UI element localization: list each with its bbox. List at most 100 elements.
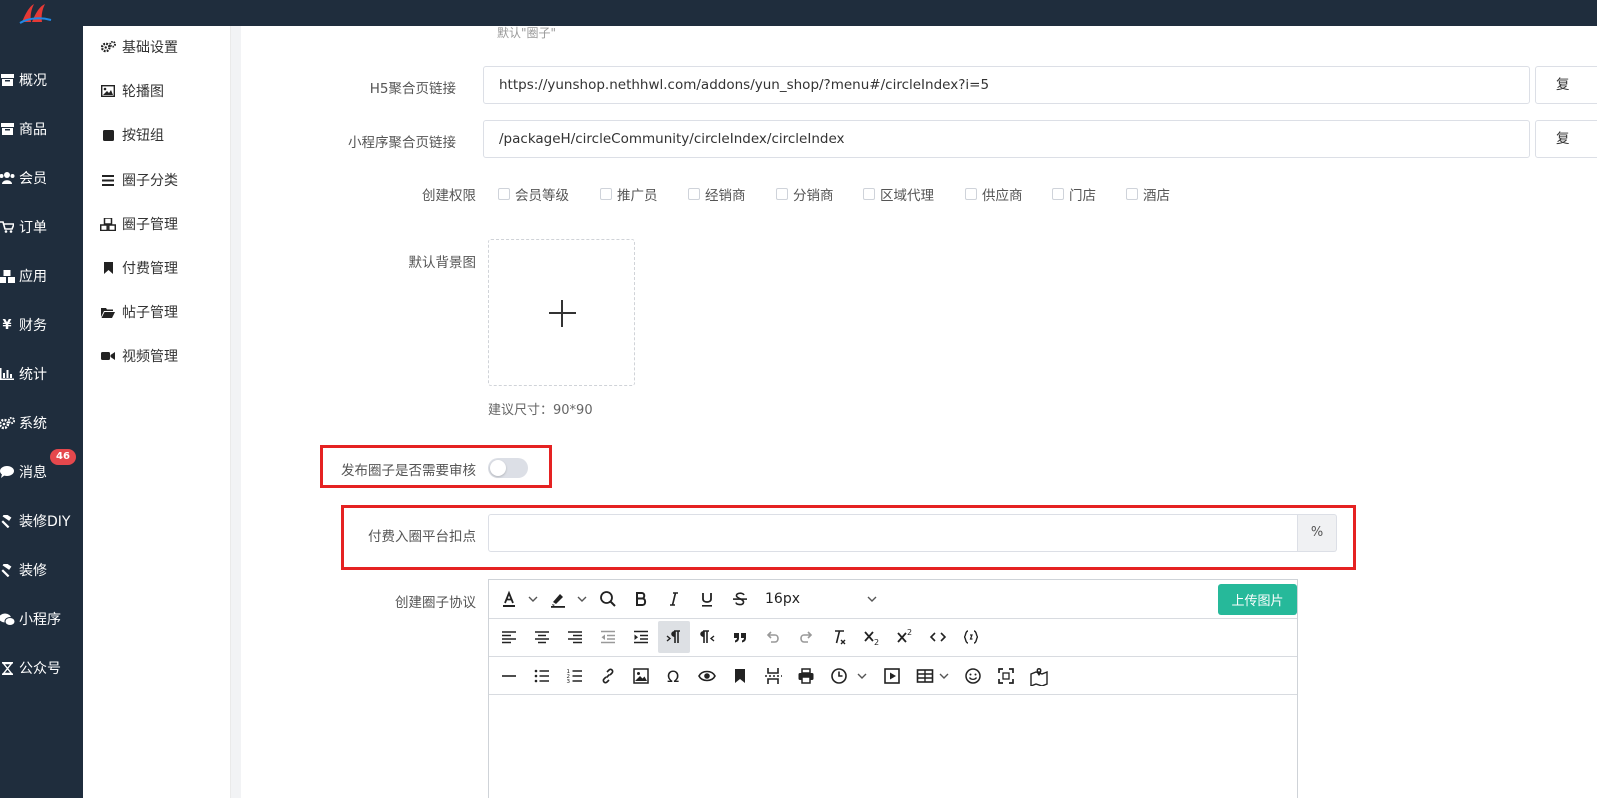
mini-program-link-input[interactable]: /packageH/circleCommunity/circleIndex/ci… [483,120,1530,158]
chevron-down-icon[interactable] [527,583,539,615]
permission-checkbox-distributor[interactable]: 分销商 [776,184,834,204]
pilcrow-rtl-icon[interactable] [691,621,723,653]
page-break-icon[interactable] [757,660,789,692]
fullscreen-icon[interactable] [990,660,1022,692]
nav-item-messages[interactable]: 消息 46 [0,449,83,487]
code-icon[interactable] [922,621,954,653]
print-icon[interactable] [790,660,822,692]
subnav-item-post-management[interactable]: 帖子管理 [83,297,231,327]
subnav-item-circle-management[interactable]: 圈子管理 [83,209,231,239]
gears-icon [0,416,17,430]
pilcrow-ltr-icon[interactable] [658,621,690,653]
h5-link-input[interactable]: https://yunshop.nethhwl.com/addons/yun_s… [483,66,1530,104]
permission-checkbox-supplier[interactable]: 供应商 [965,184,1023,204]
create-permission-label: 创建权限 [422,188,476,204]
copy-mini-program-link-button[interactable]: 复 [1535,120,1597,158]
align-center-icon[interactable] [526,621,558,653]
search-icon[interactable] [592,583,624,615]
indent-icon[interactable] [625,621,657,653]
chevron-down-icon[interactable] [938,660,950,692]
checkbox-box[interactable] [863,188,875,200]
upload-image-button[interactable]: 上传图片 [1218,584,1297,615]
checkbox-box[interactable] [688,188,700,200]
font-size-select[interactable]: 16px [765,583,800,615]
link-icon[interactable] [592,660,624,692]
nav-item-label: 装修 [19,563,47,579]
align-right-icon[interactable] [559,621,591,653]
permission-checkbox-member-level[interactable]: 会员等级 [498,184,569,204]
review-required-toggle[interactable] [488,458,528,478]
subnav-item-button-group[interactable]: 按钮组 [83,120,231,150]
nav-item-decoration[interactable]: 装修 [0,555,83,585]
permission-checkbox-store[interactable]: 门店 [1052,184,1096,204]
platform-fee-input[interactable] [488,514,1298,552]
subnav-item-video-management[interactable]: 视频管理 [83,341,231,371]
nav-item-mini-program[interactable]: 小程序 [0,604,83,634]
brand-logo-icon[interactable] [18,2,52,24]
nav-item-orders[interactable]: 订单 [0,212,83,242]
nav-item-finance[interactable]: ¥ 财务 [0,310,83,340]
superscript-icon[interactable]: 2 [889,621,921,653]
nav-item-goods[interactable]: 商品 [0,114,83,144]
subnav-item-carousel[interactable]: 轮播图 [83,76,231,106]
highlight-color-icon[interactable] [542,583,574,615]
nav-item-apps[interactable]: 应用 [0,261,83,291]
background-image-uploader[interactable] [488,239,635,386]
permission-checkbox-hotel[interactable]: 酒店 [1126,184,1170,204]
align-left-icon[interactable] [493,621,525,653]
permission-checkbox-dealer[interactable]: 经销商 [688,184,746,204]
bookmark-icon[interactable] [724,660,756,692]
subnav-item-basic-settings[interactable]: 基础设置 [83,32,231,62]
bold-icon[interactable] [625,583,657,615]
chevron-down-icon[interactable] [856,660,868,692]
copy-h5-link-button[interactable]: 复 [1535,66,1597,104]
nav-item-overview[interactable]: 概况 [0,65,83,95]
outdent-icon[interactable] [592,621,624,653]
subnav-item-label: 圈子管理 [122,217,178,233]
redo-icon[interactable] [790,621,822,653]
code-block-icon[interactable] [955,621,987,653]
nav-item-label: 统计 [19,367,47,383]
clear-format-icon[interactable] [823,621,855,653]
nav-item-decoration-diy[interactable]: 装修DIY [0,506,83,536]
checkbox-box[interactable] [1126,188,1138,200]
nav-item-label: 系统 [19,416,47,432]
preview-eye-icon[interactable] [691,660,723,692]
permission-checkbox-region-agent[interactable]: 区域代理 [863,184,934,204]
checkbox-box[interactable] [498,188,510,200]
subnav-item-payment-management[interactable]: 付费管理 [83,253,231,283]
undo-icon[interactable] [757,621,789,653]
bullet-list-icon[interactable] [526,660,558,692]
nav-item-official-account[interactable]: 公众号 [0,653,83,683]
map-location-icon[interactable] [1023,660,1055,692]
numbered-list-icon[interactable]: 123 [559,660,591,692]
blockquote-icon[interactable] [724,621,756,653]
chevron-down-icon[interactable] [576,583,588,615]
checkbox-box[interactable] [965,188,977,200]
subscript-icon[interactable]: 2 [856,621,888,653]
editor-content-area[interactable] [489,695,1297,798]
font-color-icon[interactable] [493,583,525,615]
clock-icon[interactable] [823,660,855,692]
chevron-down-icon[interactable] [866,583,878,615]
size-hint: 建议尺寸：90*90 [488,403,593,418]
emoji-icon[interactable] [957,660,989,692]
svg-text:Ω: Ω [667,667,679,686]
special-character-icon[interactable]: Ω [658,660,690,692]
italic-icon[interactable] [658,583,690,615]
nav-item-system[interactable]: 系统 [0,408,83,438]
strikethrough-icon[interactable] [724,583,756,615]
nav-item-members[interactable]: 会员 [0,163,83,193]
nav-item-statistics[interactable]: 统计 [0,359,83,389]
horizontal-rule-icon[interactable] [493,660,525,692]
insert-image-icon[interactable] [625,660,657,692]
permission-checkbox-promoter[interactable]: 推广员 [600,184,658,204]
checkbox-box[interactable] [776,188,788,200]
underline-icon[interactable] [691,583,723,615]
table-icon[interactable] [909,660,941,692]
checkbox-box[interactable] [1052,188,1064,200]
agreement-rich-text-editor: 16px 上传图片 2 2 123 Ω [488,579,1298,798]
checkbox-box[interactable] [600,188,612,200]
insert-video-icon[interactable] [876,660,908,692]
subnav-item-circle-category[interactable]: 圈子分类 [83,165,231,195]
